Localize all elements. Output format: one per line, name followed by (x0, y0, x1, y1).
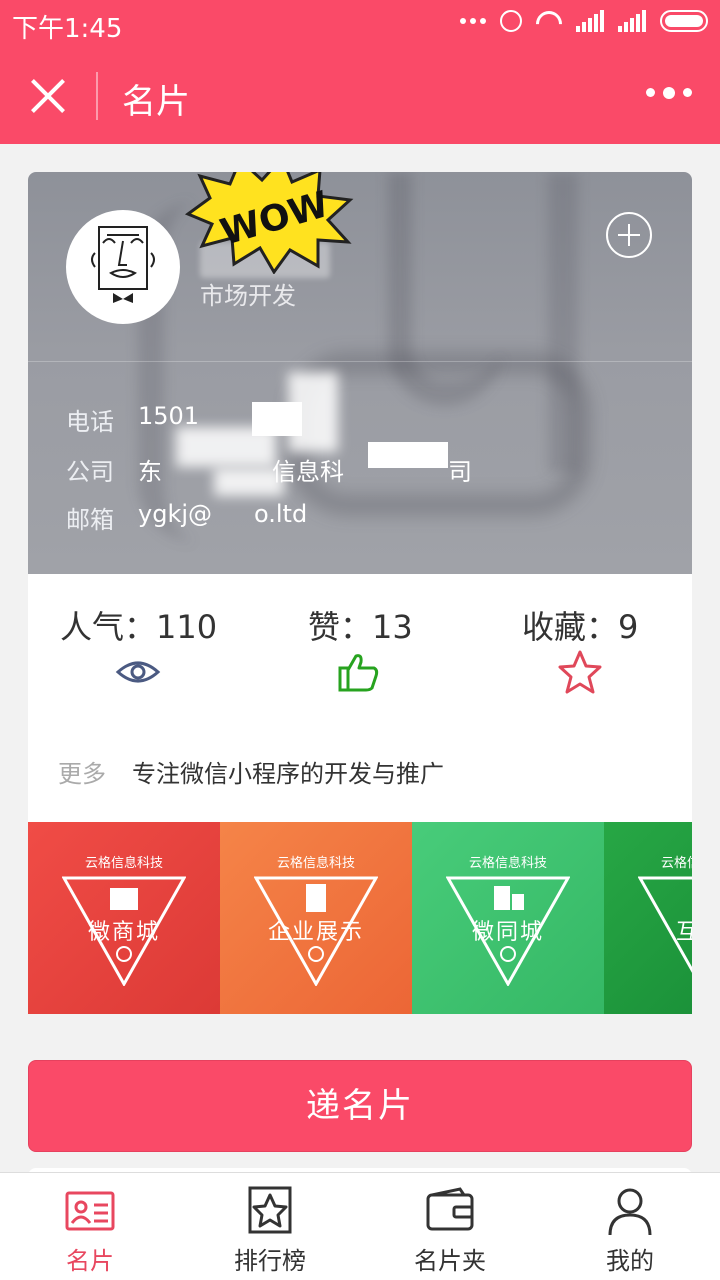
favorites-label: 收藏： (522, 608, 619, 646)
thumbs-up-icon[interactable] (334, 648, 382, 696)
tab-label: 名片 (66, 1247, 114, 1275)
tab-card-holder[interactable]: 名片夹 (360, 1173, 540, 1280)
battery-icon (660, 10, 708, 32)
divider (28, 361, 692, 362)
email-row: 邮箱 ygkj@ (66, 500, 212, 535)
wow-sticker-icon: WOW (184, 172, 354, 274)
tile-title: 微同城 (471, 920, 544, 945)
page-title: 名片 (122, 82, 190, 122)
send-card-button[interactable]: 递名片 (28, 1060, 692, 1152)
card-header: WOW 市场开发 电话 1501 公司 东 信息科 司 邮箱 ygkj@ o.l… (28, 172, 692, 574)
company-row: 公司 东 (66, 452, 162, 487)
status-bar: 下午1:45 (0, 0, 720, 48)
tab-bar: 名片 排行榜 名片夹 我的 (0, 1172, 720, 1280)
more-options-icon[interactable] (646, 86, 692, 99)
tile-brand: 云格信息科技 (468, 856, 547, 871)
background-decoration (548, 172, 578, 472)
likes-stat: 赞：13 (308, 602, 413, 648)
favorites-stat: 收藏：9 (522, 602, 638, 648)
business-card: WOW 市场开发 电话 1501 公司 东 信息科 司 邮箱 ygkj@ o.l… (28, 172, 692, 1014)
tile-title: 微商城 (87, 920, 160, 945)
company-value: 东 (138, 458, 162, 486)
close-icon[interactable] (28, 76, 68, 116)
email-value-tail: o.ltd (254, 500, 308, 528)
job-position: 市场开发 (200, 282, 296, 310)
eye-icon[interactable] (114, 648, 162, 696)
ranking-star-icon (248, 1186, 292, 1234)
nav-divider (96, 72, 98, 120)
service-tiles: 云格信息科技 微商城 云格信息科技 企业展示 云格信息科技 微同城 云格 互 (28, 822, 692, 1014)
company-value-tail: 司 (448, 458, 472, 486)
tile-micro-mall[interactable]: 云格信息科技 微商城 (28, 822, 220, 1014)
popularity-count: 110 (156, 608, 218, 646)
wallet-icon (426, 1187, 474, 1231)
tile-brand: 云格信息科技 (84, 856, 163, 871)
star-icon[interactable] (556, 648, 604, 696)
tab-ranking[interactable]: 排行榜 (180, 1173, 360, 1280)
privacy-mask (288, 372, 338, 452)
more-notifications-icon (460, 18, 486, 24)
user-icon (608, 1188, 652, 1236)
tile-title: 互动 (675, 920, 692, 945)
favorites-count: 9 (618, 608, 639, 646)
add-contact-button[interactable] (606, 212, 652, 258)
tab-mine[interactable]: 我的 (540, 1173, 720, 1280)
tile-title: 企业展示 (267, 920, 364, 945)
email-value[interactable]: ygkj@ (138, 500, 212, 535)
phone-label: 电话 (66, 408, 114, 436)
more-info-row: 更多 专注微信小程序的开发与推广 (58, 754, 444, 789)
popularity-label: 人气： (60, 608, 157, 646)
card-icon (65, 1191, 115, 1231)
tab-label: 名片夹 (414, 1247, 486, 1275)
tile-micro-city[interactable]: 云格信息科技 微同城 (412, 822, 604, 1014)
email-label: 邮箱 (66, 506, 114, 534)
more-label: 更多 (58, 760, 106, 788)
signal-2-icon (618, 10, 646, 32)
background-decoration (388, 172, 502, 406)
stats-section: 人气：110 赞：13 收藏：9 (28, 574, 692, 724)
more-description: 专注微信小程序的开发与推广 (132, 760, 444, 788)
tab-label: 我的 (606, 1247, 654, 1275)
avatar[interactable] (66, 210, 180, 324)
popularity-stat: 人气：110 (60, 602, 217, 648)
likes-label: 赞： (308, 608, 373, 646)
tile-interaction[interactable]: 云格信息科技 互动 (604, 822, 692, 1014)
company-label: 公司 (66, 458, 114, 486)
tile-brand: 云格信息科技 (276, 856, 355, 871)
status-time: 下午1:45 (12, 14, 123, 44)
tile-company-showcase[interactable]: 云格信息科技 企业展示 (220, 822, 412, 1014)
privacy-mask (176, 427, 276, 467)
signal-icon (576, 10, 604, 32)
status-icons (460, 10, 708, 32)
privacy-mask (214, 468, 284, 496)
likes-count: 13 (372, 608, 413, 646)
wifi-icon (536, 11, 562, 31)
privacy-mask (368, 442, 448, 468)
alarm-icon (500, 10, 522, 32)
tile-brand: 云格信息科技 (660, 856, 692, 871)
tab-card[interactable]: 名片 (0, 1173, 180, 1280)
nav-bar: 名片 (0, 48, 720, 144)
tab-label: 排行榜 (234, 1247, 306, 1275)
